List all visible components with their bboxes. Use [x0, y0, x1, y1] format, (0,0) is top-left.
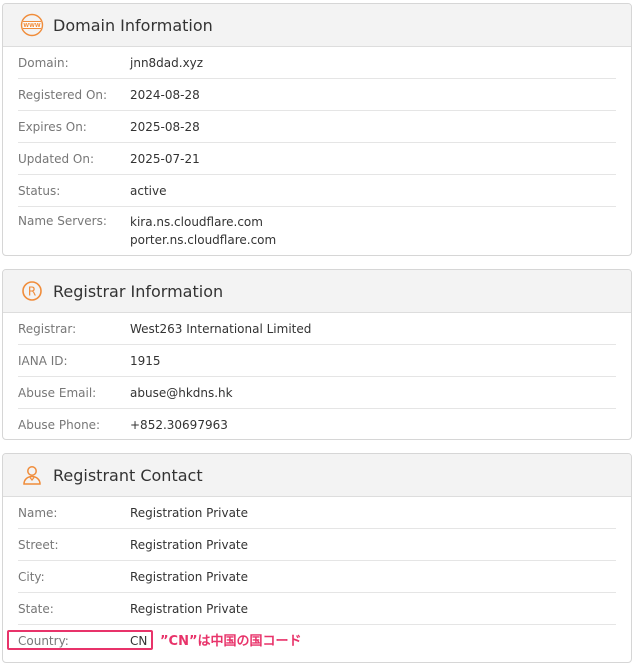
domain-information-card: WWW Domain Information Domain: jnn8dad.x…: [2, 3, 632, 256]
row-label: Expires On:: [18, 120, 87, 134]
row-value: Registration Private: [130, 570, 249, 584]
registered-on-row: Registered On: 2024-08-28: [18, 79, 616, 111]
domain-row: Domain: jnn8dad.xyz: [18, 47, 616, 79]
expires-on-row: Expires On: 2025-08-28: [18, 111, 616, 143]
svg-text:WWW: WWW: [23, 23, 40, 29]
state-row: State: Registration Private: [18, 593, 616, 625]
updated-on-row: Updated On: 2025-07-21: [18, 143, 616, 175]
www-globe-icon: WWW: [19, 12, 45, 38]
row-value: West263 International Limited: [130, 322, 312, 336]
row-label: Name Servers:: [18, 214, 107, 228]
row-label: Registered On:: [18, 88, 108, 102]
row-label: IANA ID:: [18, 354, 68, 368]
street-row: Street: Registration Private: [18, 529, 616, 561]
registrant-contact-header: Registrant Contact: [3, 454, 631, 497]
row-value: jnn8dad.xyz: [130, 56, 204, 70]
row-value: +852.30697963: [130, 418, 228, 432]
row-value: 2024-08-28: [130, 88, 200, 102]
row-value: active: [130, 184, 167, 198]
row-label: Name:: [18, 506, 58, 520]
row-label: Abuse Phone:: [18, 418, 101, 432]
abuse-email-row: Abuse Email: abuse@hkdns.hk: [18, 377, 616, 409]
city-row: City: Registration Private: [18, 561, 616, 593]
registrar-row: Registrar: West263 International Limited: [18, 313, 616, 345]
iana-id-row: IANA ID: 1915: [18, 345, 616, 377]
row-value: Registration Private: [130, 602, 249, 616]
row-label: Abuse Email:: [18, 386, 97, 400]
row-label: Status:: [18, 184, 61, 198]
registrant-contact-title: Registrant Contact: [53, 465, 203, 485]
row-label: State:: [18, 602, 54, 616]
row-value: Registration Private: [130, 506, 249, 520]
name-servers-list: kira.ns.cloudflare.com porter.ns.cloudfl…: [130, 213, 276, 249]
name-server: kira.ns.cloudflare.com: [130, 215, 263, 229]
registrar-information-card: R Registrar Information Registrar: West2…: [2, 269, 632, 440]
name-servers-row: Name Servers: kira.ns.cloudflare.com por…: [18, 207, 616, 255]
domain-information-title: Domain Information: [53, 15, 213, 35]
svg-text:R: R: [28, 284, 36, 298]
row-value: 2025-07-21: [130, 152, 200, 166]
row-value: abuse@hkdns.hk: [130, 386, 233, 400]
abuse-phone-row: Abuse Phone: +852.30697963: [18, 409, 616, 439]
row-value: 2025-08-28: [130, 120, 200, 134]
row-label: Registrar:: [18, 322, 77, 336]
domain-information-header: WWW Domain Information: [3, 4, 631, 47]
name-row: Name: Registration Private: [18, 497, 616, 529]
person-icon: [19, 462, 45, 488]
registrar-information-title: Registrar Information: [53, 281, 224, 301]
registrar-information-header: R Registrar Information: [3, 270, 631, 313]
status-row: Status: active: [18, 175, 616, 207]
row-label: Updated On:: [18, 152, 94, 166]
row-label: City:: [18, 570, 45, 584]
row-label: Domain:: [18, 56, 69, 70]
row-value: Registration Private: [130, 538, 249, 552]
name-server: porter.ns.cloudflare.com: [130, 233, 277, 247]
registered-icon: R: [19, 278, 45, 304]
row-value: 1915: [130, 354, 161, 368]
row-label: Street:: [18, 538, 59, 552]
country-highlight-box: [7, 630, 153, 650]
country-annotation: ”CN”は中国の国コード: [160, 634, 302, 649]
